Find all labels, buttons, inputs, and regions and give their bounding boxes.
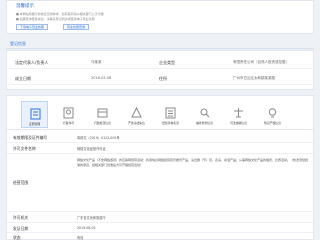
- detail-key: 有效期限及证件编号: [13, 135, 48, 140]
- detail-value: 2019-08-05: [77, 226, 96, 230]
- tab-judicial-assistance[interactable]: 司法协助信息: [225, 101, 252, 128]
- field-label: 企业类型: [159, 60, 175, 65]
- tab-label: 司法协助信息: [230, 121, 247, 125]
- list-icon: [165, 107, 176, 119]
- detail-row: 发证日期 2019-08-05: [7, 223, 313, 233]
- tab-administrative-license[interactable]: 行政许可: [55, 101, 82, 128]
- section-divider: [6, 48, 314, 49]
- notice-line-2: ■ 如需查询更多信息，请联系登记机关或使用电子营业执照: [16, 17, 95, 21]
- field-label: 成立日期: [15, 76, 31, 81]
- detail-row: 许可机关 广东省文化和旅游厅: [7, 212, 313, 223]
- detail-row: 有效期限及证件编号 粤网文（2019）0123-005号: [7, 132, 313, 143]
- detail-key: 状态: [13, 235, 21, 240]
- search-icon: [200, 108, 210, 118]
- license-query-button[interactable]: 营业执照查询: [63, 24, 90, 30]
- detail-key: 发证日期: [13, 226, 29, 231]
- warning-icon: [131, 107, 142, 118]
- detail-key: 许可机关: [13, 215, 29, 220]
- detail-key: 经营范围: [13, 180, 29, 185]
- tab-label: 严重违法失信: [128, 121, 145, 125]
- tab-label: 知识产权信息: [264, 121, 281, 125]
- field-value: 2018-05-08: [91, 76, 112, 80]
- tab-abnormal-operation[interactable]: 经营异常名录: [157, 101, 184, 128]
- download-license-button[interactable]: 下载电子营业执照: [16, 24, 49, 30]
- business-scope-text: 网络文化产品（不含网络游戏）的互联网经营活动：利用信息网络经营音乐娱乐产品，演出…: [77, 158, 309, 167]
- detail-key: 许可文件名称: [13, 146, 36, 151]
- document-icon: [30, 108, 41, 120]
- registration-row: 成立日期 2018-05-08 住所 广州市白云区太和镇某某路: [7, 73, 313, 85]
- detail-value: 粤网文（2019）0123-005号: [77, 136, 120, 140]
- services-panel: 证照管理 行政许可 行政处罚信息 严重违法失信 经营异常名录 抽查检查信息 司法…: [6, 95, 314, 240]
- detail-value: 网络文化经营许可证: [77, 147, 106, 151]
- notice-line-1: ■ 本网站所展示的信息仅供参考，如有疑问请以相关部门公示为准: [16, 12, 104, 16]
- lightbulb-icon: [268, 108, 277, 118]
- scale-icon: [234, 108, 243, 118]
- field-label: 法定代表人/负责人: [15, 60, 49, 65]
- notice-badge: 温馨提示: [16, 4, 34, 9]
- tab-serious-violation[interactable]: 严重违法失信: [123, 101, 150, 128]
- detail-row: 许可文件名称 网络文化经营许可证: [7, 143, 313, 154]
- detail-value: 广东省文化和旅游厅: [77, 216, 106, 220]
- certificate-icon: [63, 107, 74, 119]
- tab-divider: [7, 129, 313, 130]
- tab-label: 行政许可: [62, 121, 75, 125]
- tab-label: 证照管理: [28, 122, 41, 126]
- field-value: 广州市白云区太和镇某某路: [233, 76, 275, 80]
- tab-administrative-penalty[interactable]: 行政处罚信息: [89, 101, 116, 128]
- tab-intellectual-property[interactable]: 知识产权信息: [259, 101, 286, 128]
- field-value: 马某某: [91, 60, 102, 64]
- tab-license-management[interactable]: 证照管理: [21, 101, 48, 128]
- notice-panel: 温馨提示 ■ 本网站所展示的信息仅供参考，如有疑问请以相关部门公示为准 ■ 如需…: [6, 0, 314, 34]
- gavel-icon: [97, 108, 108, 118]
- tab-label: 行政处罚信息: [94, 121, 111, 125]
- field-value: 有限责任公司（自然人投资或控股）: [233, 60, 289, 64]
- tab-label: 抽查检查信息: [196, 121, 213, 125]
- registration-section-title: 登记信息: [10, 41, 26, 46]
- registration-row: 法定代表人/负责人 马某某 企业类型 有限责任公司（自然人投资或控股）: [7, 57, 313, 69]
- field-label: 住所: [159, 76, 167, 81]
- tab-label: 经营异常名录: [162, 121, 179, 125]
- detail-row: 经营范围 网络文化产品（不含网络游戏）的互联网经营活动：利用信息网络经营音乐娱乐…: [7, 154, 313, 212]
- detail-value: 有效: [77, 236, 84, 240]
- registration-panel: 法定代表人/负责人 马某某 企业类型 有限责任公司（自然人投资或控股） 成立日期…: [6, 50, 314, 90]
- detail-row: 状态 有效: [7, 233, 313, 240]
- tab-spot-check[interactable]: 抽查检查信息: [191, 101, 218, 128]
